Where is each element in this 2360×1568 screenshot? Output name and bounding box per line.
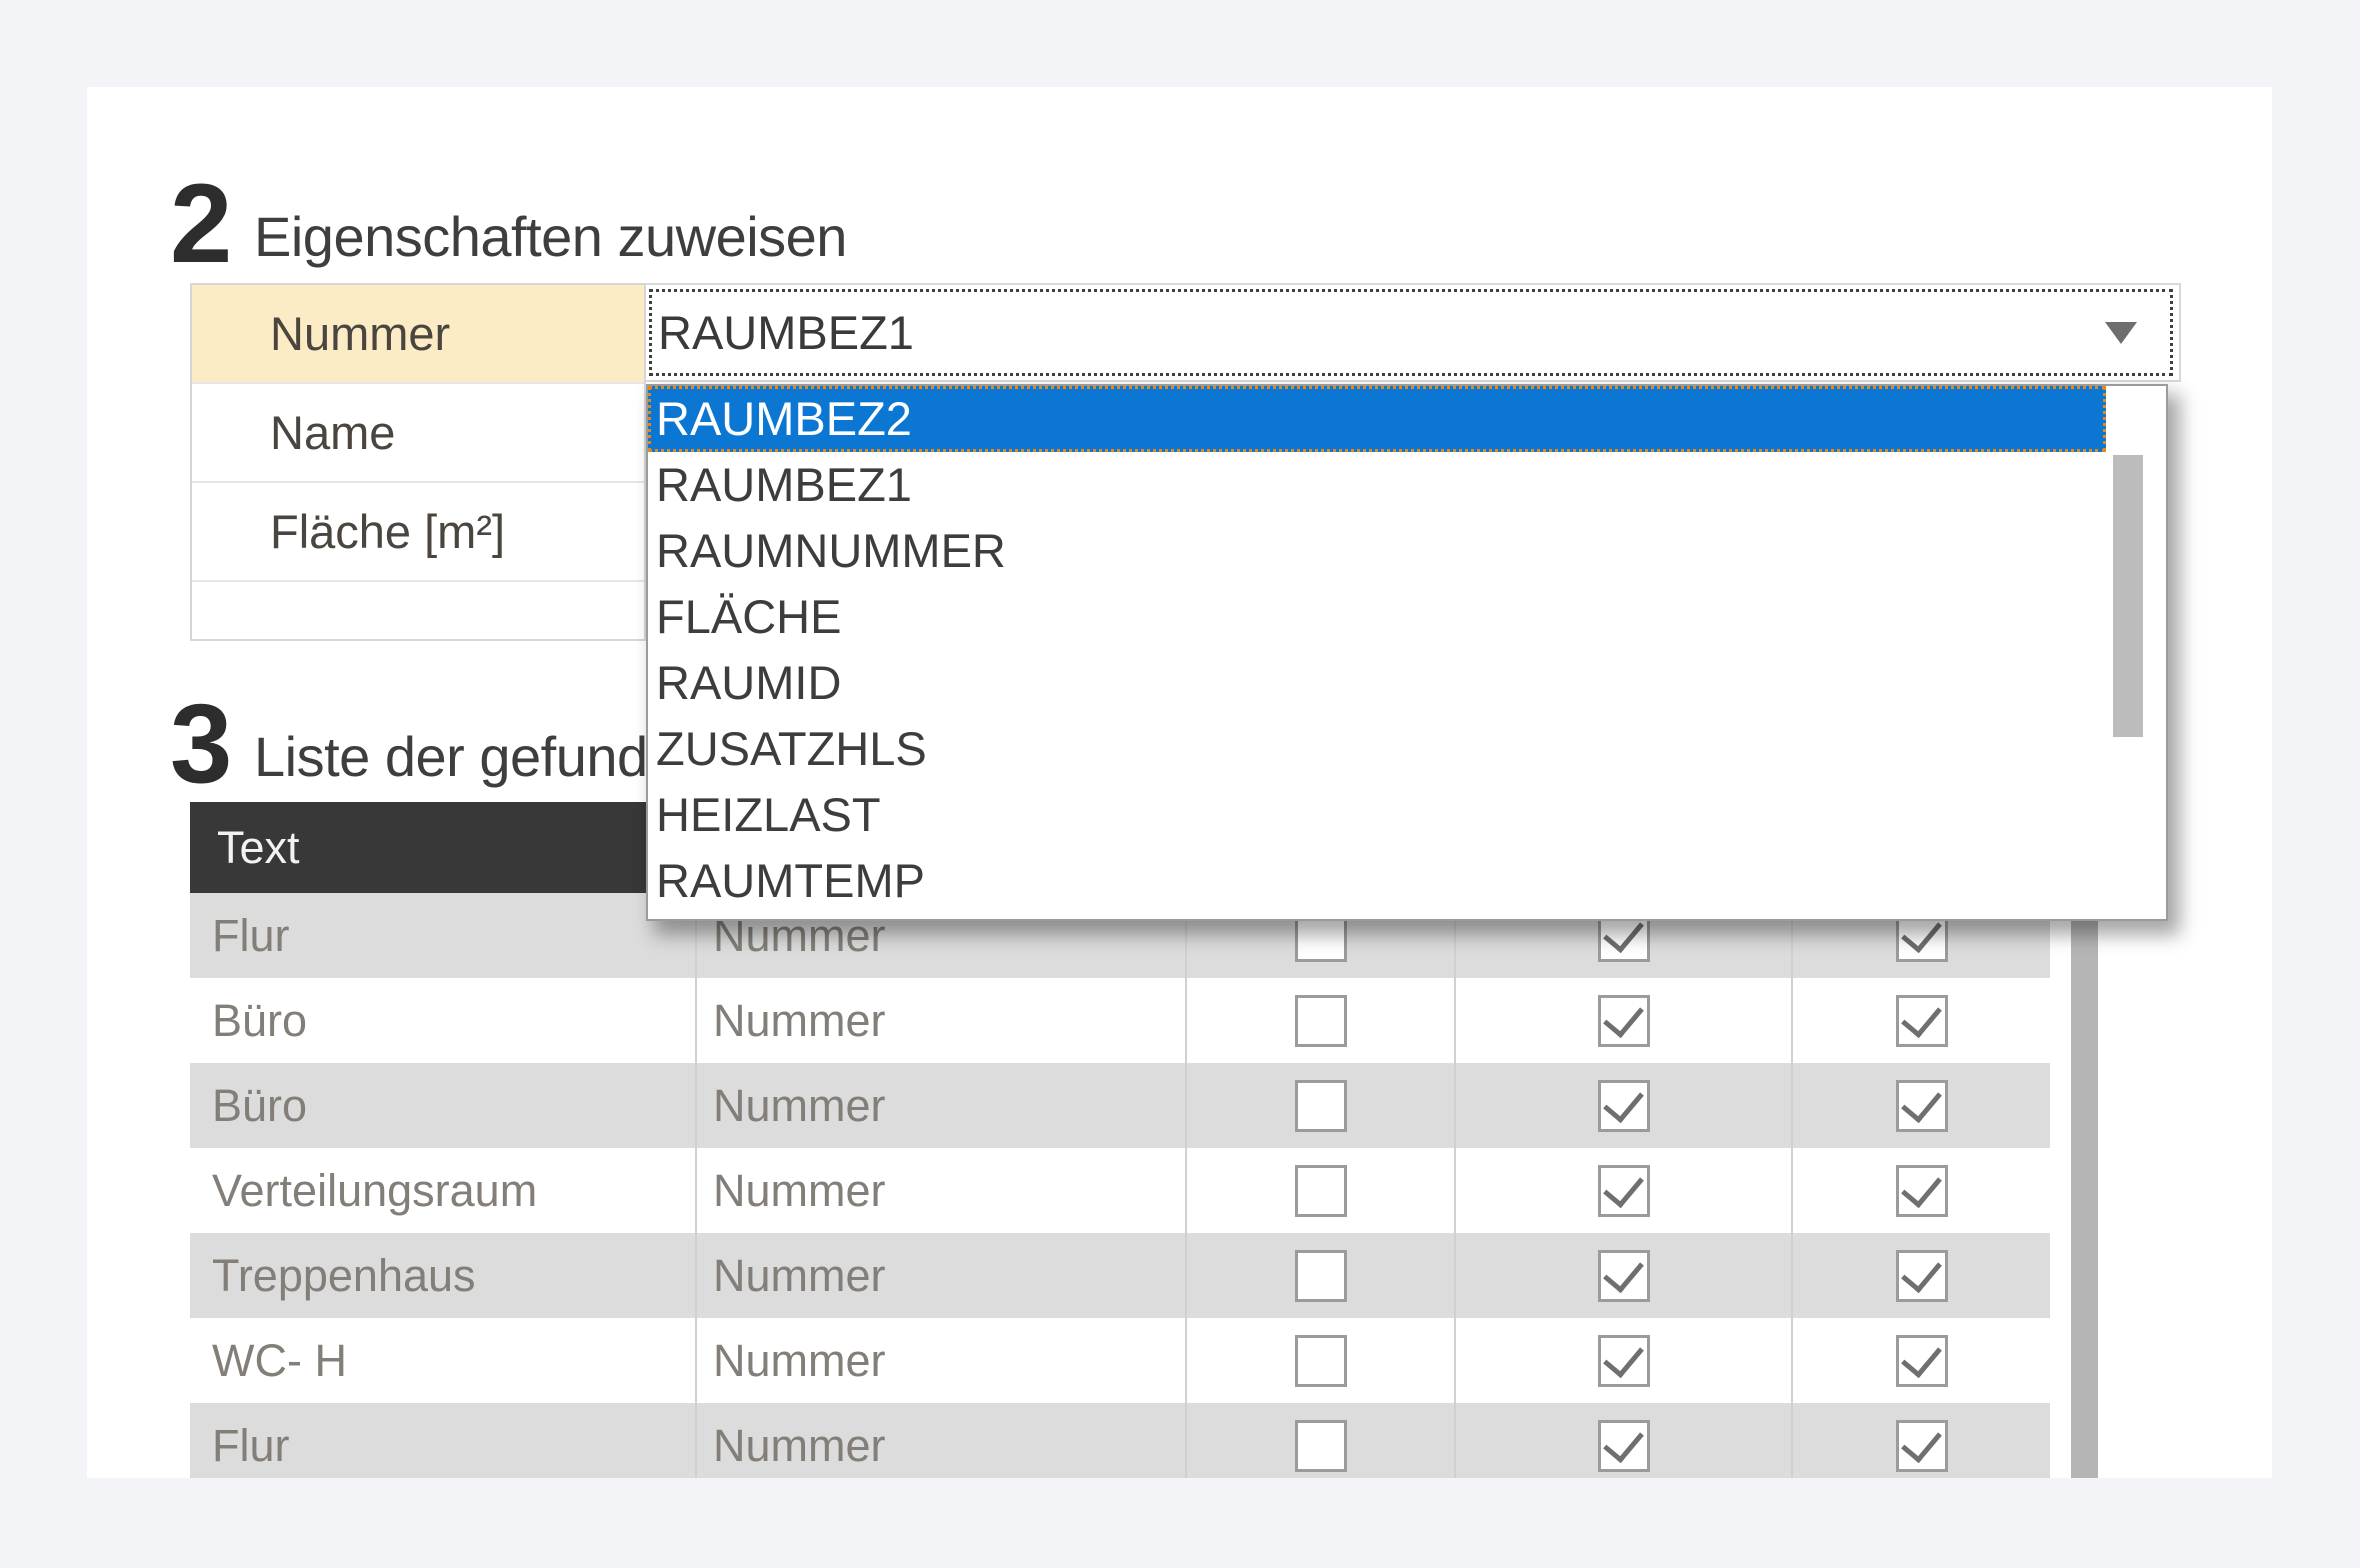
row-property-cell: Nummer xyxy=(695,1233,1185,1318)
property-row-label: Nummer xyxy=(270,306,450,361)
row-checkbox-cell xyxy=(1791,1403,2050,1478)
row-checkbox-cell xyxy=(1185,1233,1454,1318)
row-checkbox-cell xyxy=(1454,978,1791,1063)
row-text-cell: Flur xyxy=(190,1403,695,1478)
row-checkbox-cell xyxy=(1185,1318,1454,1403)
checkbox[interactable] xyxy=(1598,1250,1650,1302)
property-row-empty[interactable] xyxy=(192,582,644,633)
row-checkbox-cell xyxy=(1185,1403,1454,1478)
row-text-cell: Verteilungsraum xyxy=(190,1148,695,1233)
dropdown-option[interactable]: FLÄCHE xyxy=(648,584,2166,650)
checkbox[interactable] xyxy=(1896,1165,1948,1217)
dropdown-option[interactable]: RAUMBEZ1 xyxy=(648,452,2166,518)
row-checkbox-cell xyxy=(1791,978,2050,1063)
row-text-cell: Büro xyxy=(190,978,695,1063)
dropdown-list: RAUMBEZ2 RAUMBEZ1 RAUMNUMMER FLÄCHE RAUM… xyxy=(646,384,2168,921)
step-3-number: 3 xyxy=(170,688,230,800)
checkbox[interactable] xyxy=(1896,995,1948,1047)
property-row-flaeche[interactable]: Fläche [m²] xyxy=(192,483,644,582)
row-text-cell: Treppenhaus xyxy=(190,1233,695,1318)
table-row[interactable]: Flur Nummer xyxy=(190,1403,2050,1478)
row-property-cell: Nummer xyxy=(695,1318,1185,1403)
row-text-cell: Büro xyxy=(190,1063,695,1148)
step-3-title: Liste der gefunden xyxy=(254,724,709,789)
checkbox[interactable] xyxy=(1295,1080,1347,1132)
checkbox[interactable] xyxy=(1598,1080,1650,1132)
row-checkbox-cell xyxy=(1791,1318,2050,1403)
row-text-cell: Flur xyxy=(190,893,695,978)
checkbox[interactable] xyxy=(1896,1420,1948,1472)
checkbox[interactable] xyxy=(1896,1335,1948,1387)
checkbox[interactable] xyxy=(1295,1420,1347,1472)
step-2-title: Eigenschaften zuweisen xyxy=(254,204,847,269)
combobox-value: RAUMBEZ1 xyxy=(658,285,914,380)
row-text-cell: WC- H xyxy=(190,1318,695,1403)
dropdown-option[interactable]: RAUMBEZ2 xyxy=(648,386,2106,452)
checkbox[interactable] xyxy=(1295,1335,1347,1387)
dropdown-option[interactable]: HEIZLAST xyxy=(648,782,2166,848)
row-checkbox-cell xyxy=(1791,1233,2050,1318)
results-table: Flur Nummer Büro Nummer Büro Nummer Vert… xyxy=(190,893,2050,1478)
step-2-number: 2 xyxy=(170,168,230,280)
results-scrollbar[interactable] xyxy=(2071,893,2098,1478)
checkbox[interactable] xyxy=(1295,995,1347,1047)
checkbox[interactable] xyxy=(1896,1080,1948,1132)
row-checkbox-cell xyxy=(1791,1148,2050,1233)
dropdown-arrow-icon[interactable] xyxy=(2105,322,2137,344)
dropdown-option[interactable]: RAUMTEMP xyxy=(648,848,2166,914)
row-checkbox-cell xyxy=(1185,1148,1454,1233)
dropdown-scrollbar-thumb[interactable] xyxy=(2113,455,2143,737)
page: 2 Eigenschaften zuweisen Nummer Name Flä… xyxy=(0,0,2360,1568)
table-row[interactable]: Büro Nummer xyxy=(190,1063,2050,1148)
dropdown-option[interactable]: RAUMID xyxy=(648,650,2166,716)
table-row[interactable]: Treppenhaus Nummer xyxy=(190,1233,2050,1318)
dropdown-option-label: RAUMBEZ1 xyxy=(656,458,912,511)
dropdown-option-label: RAUMTEMP xyxy=(656,854,925,907)
property-source-combobox[interactable]: RAUMBEZ1 xyxy=(646,283,2181,382)
dropdown-option-label: RAUMNUMMER xyxy=(656,524,1006,577)
row-checkbox-cell xyxy=(1454,1148,1791,1233)
row-checkbox-cell xyxy=(1185,1063,1454,1148)
property-row-label: Fläche [m²] xyxy=(270,504,505,559)
dropdown-option[interactable]: ZUSATZHLS xyxy=(648,716,2166,782)
row-property-cell: Nummer xyxy=(695,978,1185,1063)
row-checkbox-cell xyxy=(1454,1403,1791,1478)
property-row-nummer[interactable]: Nummer xyxy=(192,285,644,384)
property-row-name[interactable]: Name xyxy=(192,384,644,483)
row-checkbox-cell xyxy=(1454,1233,1791,1318)
table-row[interactable]: Verteilungsraum Nummer xyxy=(190,1148,2050,1233)
row-property-cell: Nummer xyxy=(695,1403,1185,1478)
row-checkbox-cell xyxy=(1791,1063,2050,1148)
row-checkbox-cell xyxy=(1454,1063,1791,1148)
dropdown-option-label: HEIZLAST xyxy=(656,788,881,841)
row-property-cell: Nummer xyxy=(695,1063,1185,1148)
dropdown-option-label: RAUMBEZ2 xyxy=(656,392,912,445)
table-row[interactable]: WC- H Nummer xyxy=(190,1318,2050,1403)
row-checkbox-cell xyxy=(1185,978,1454,1063)
results-header-label: Text xyxy=(217,822,300,874)
properties-table: Nummer Name Fläche [m²] xyxy=(190,283,646,641)
row-checkbox-cell xyxy=(1454,1318,1791,1403)
property-row-label: Name xyxy=(270,405,395,460)
checkbox[interactable] xyxy=(1295,1165,1347,1217)
dropdown-option-label: FLÄCHE xyxy=(656,590,841,643)
checkbox[interactable] xyxy=(1598,1165,1650,1217)
checkbox[interactable] xyxy=(1598,1335,1650,1387)
dropdown-option-label: ZUSATZHLS xyxy=(656,722,927,775)
checkbox[interactable] xyxy=(1295,1250,1347,1302)
dropdown-option[interactable]: RAUMNUMMER xyxy=(648,518,2166,584)
dropdown-option-label: RAUMID xyxy=(656,656,841,709)
checkbox[interactable] xyxy=(1598,995,1650,1047)
row-property-cell: Nummer xyxy=(695,1148,1185,1233)
checkbox[interactable] xyxy=(1598,1420,1650,1472)
checkbox[interactable] xyxy=(1896,1250,1948,1302)
table-row[interactable]: Büro Nummer xyxy=(190,978,2050,1063)
